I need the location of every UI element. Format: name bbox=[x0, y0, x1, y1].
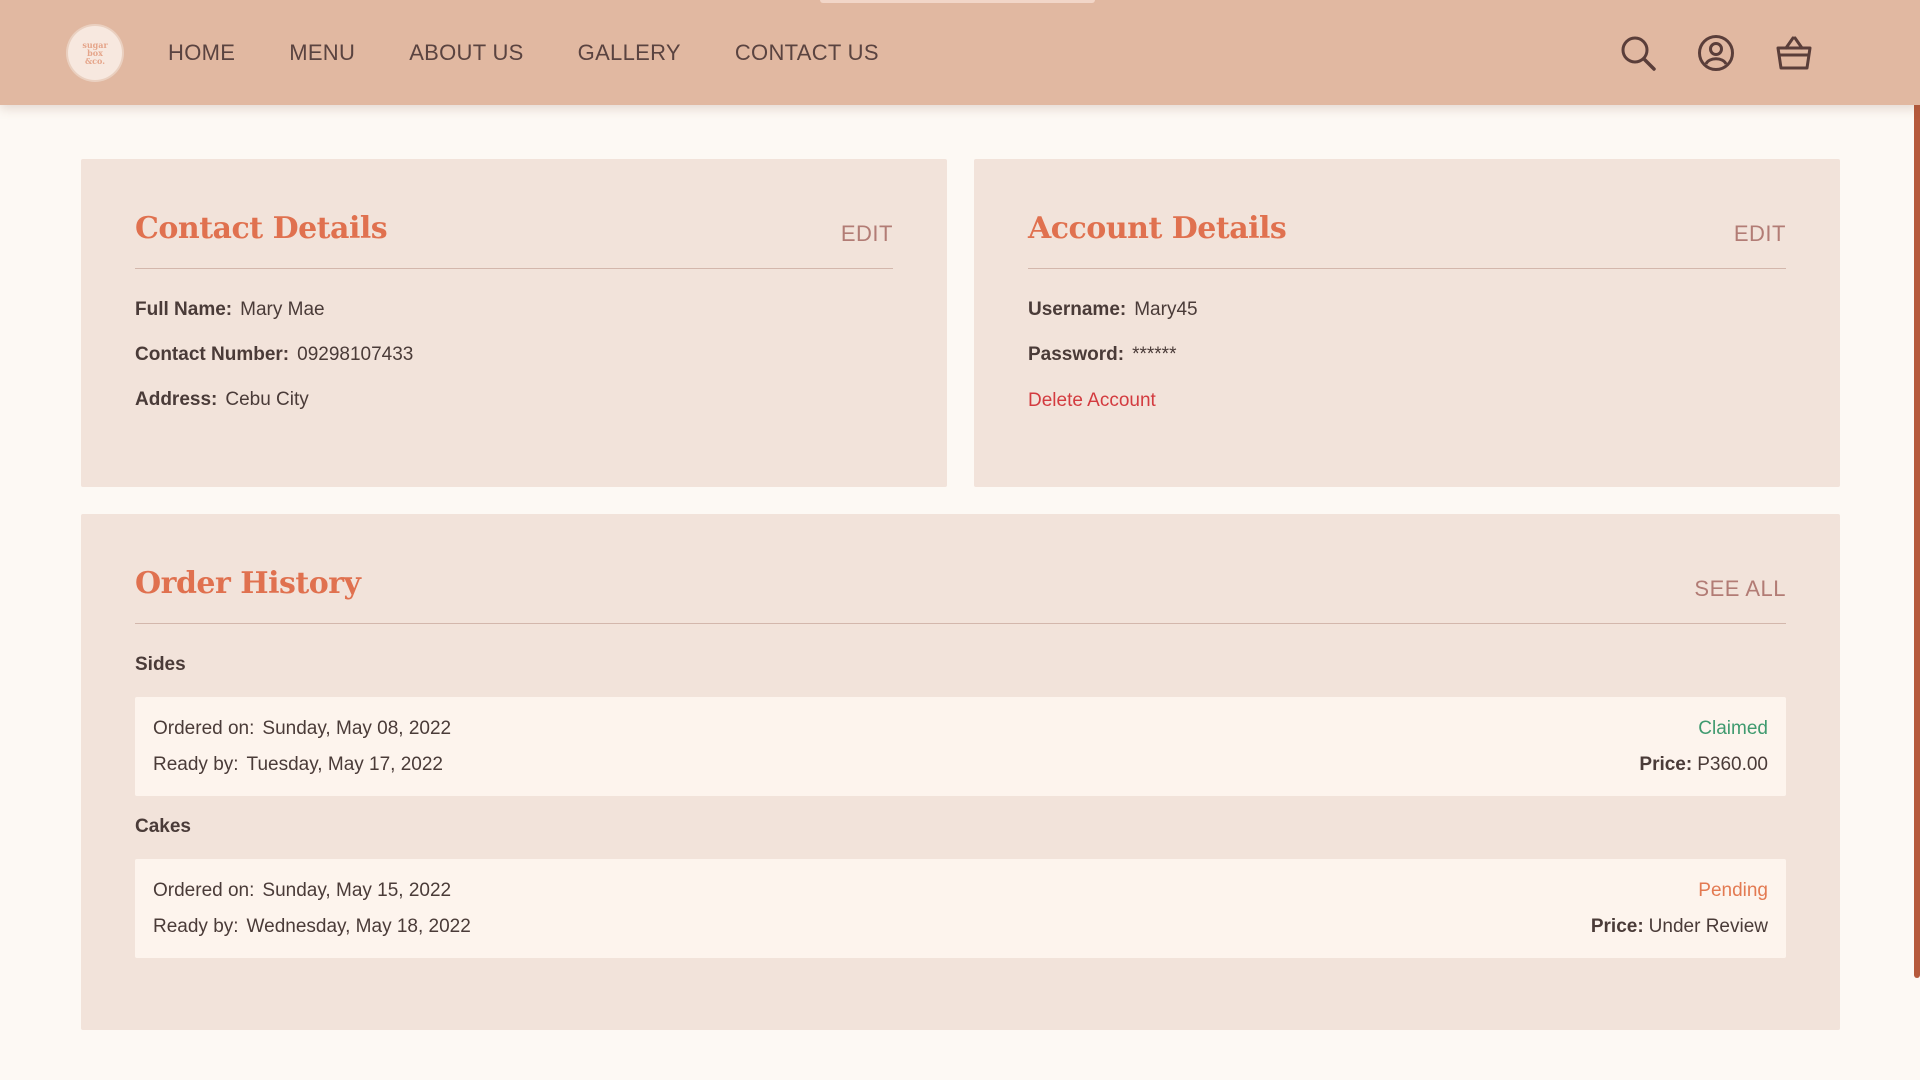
ordered-on-line: Ordered on: Sunday, May 08, 2022 bbox=[153, 718, 451, 740]
order-item[interactable]: Ordered on: Sunday, May 08, 2022 Ready by… bbox=[135, 697, 1786, 796]
password-field: Password: ****** bbox=[1028, 344, 1176, 366]
price-line: Price: Under Review bbox=[1591, 916, 1768, 938]
nav-menu[interactable]: MENU bbox=[289, 40, 355, 66]
divider bbox=[1028, 268, 1786, 269]
ordered-on-value: Sunday, May 08, 2022 bbox=[262, 718, 452, 739]
search-icon[interactable] bbox=[1618, 33, 1658, 73]
ordered-on-label: Ordered on: bbox=[153, 718, 255, 739]
field-value: ****** bbox=[1132, 344, 1177, 365]
scrollbar-track[interactable] bbox=[1914, 0, 1920, 1080]
nav-gallery[interactable]: GALLERY bbox=[578, 40, 681, 66]
price-label: Price: bbox=[1590, 916, 1644, 937]
see-all-button[interactable]: SEE ALL bbox=[1694, 576, 1786, 602]
edit-account-button[interactable]: EDIT bbox=[1734, 221, 1786, 247]
ready-by-line: Ready by: Wednesday, May 18, 2022 bbox=[153, 916, 471, 938]
ready-by-label: Ready by: bbox=[153, 754, 239, 775]
account-details-card: Account Details EDIT Username: Mary45 Pas… bbox=[974, 159, 1840, 487]
main-nav: HOME MENU ABOUT US GALLERY CONTACT US bbox=[168, 0, 933, 105]
field-label: Password: bbox=[1028, 344, 1125, 365]
ready-by-label: Ready by: bbox=[153, 916, 239, 937]
user-icon[interactable] bbox=[1696, 33, 1736, 73]
edit-contact-button[interactable]: EDIT bbox=[841, 221, 893, 247]
scrollbar-thumb[interactable] bbox=[1914, 98, 1920, 978]
nav-contact-us[interactable]: CONTACT US bbox=[735, 40, 879, 66]
contact-details-card: Contact Details EDIT Full Name: Mary Mae … bbox=[81, 159, 947, 487]
divider bbox=[135, 268, 893, 269]
order-history-title: Order History bbox=[135, 566, 361, 601]
order-category-label: Cakes bbox=[135, 816, 191, 837]
ready-by-value: Tuesday, May 17, 2022 bbox=[246, 754, 443, 775]
contact-number-field: Contact Number: 09298107433 bbox=[135, 344, 413, 366]
price-value: P360.00 bbox=[1697, 754, 1768, 775]
nav-home[interactable]: HOME bbox=[168, 40, 235, 66]
logo-text-line: &co. bbox=[84, 56, 106, 66]
address-field: Address: Cebu City bbox=[135, 389, 309, 411]
ordered-on-value: Sunday, May 15, 2022 bbox=[262, 880, 452, 901]
delete-account-link[interactable]: Delete Account bbox=[1028, 390, 1156, 412]
field-label: Contact Number: bbox=[135, 344, 290, 365]
price-value: Under Review bbox=[1648, 916, 1768, 937]
order-item[interactable]: Ordered on: Sunday, May 15, 2022 Ready by… bbox=[135, 859, 1786, 958]
header-actions bbox=[1580, 0, 1814, 105]
field-value: Cebu City bbox=[225, 389, 309, 410]
username-field: Username: Mary45 bbox=[1028, 299, 1198, 321]
price-label: Price: bbox=[1639, 754, 1693, 775]
ready-by-line: Ready by: Tuesday, May 17, 2022 bbox=[153, 754, 443, 776]
field-label: Username: bbox=[1028, 299, 1127, 320]
contact-details-title: Contact Details bbox=[135, 211, 388, 246]
field-value: Mary Mae bbox=[240, 299, 325, 320]
nav-about-us[interactable]: ABOUT US bbox=[409, 40, 523, 66]
account-details-title: Account Details bbox=[1028, 211, 1287, 246]
full-name-field: Full Name: Mary Mae bbox=[135, 299, 325, 321]
field-label: Address: bbox=[135, 389, 218, 410]
brand-logo[interactable]: sugar box &co. bbox=[68, 26, 122, 80]
ordered-on-label: Ordered on: bbox=[153, 880, 255, 901]
order-category-label: Sides bbox=[135, 654, 186, 675]
ordered-on-line: Ordered on: Sunday, May 15, 2022 bbox=[153, 880, 451, 902]
order-history-card: Order History SEE ALL Sides Ordered on: S… bbox=[81, 514, 1840, 1030]
ready-by-value: Wednesday, May 18, 2022 bbox=[246, 916, 471, 937]
top-nav-bar: sugar box &co. HOME MENU ABOUT US GALLER… bbox=[0, 0, 1920, 105]
order-status: Pending bbox=[1698, 880, 1768, 901]
field-value: 09298107433 bbox=[297, 344, 414, 365]
field-label: Full Name: bbox=[135, 299, 233, 320]
order-status: Claimed bbox=[1698, 718, 1768, 739]
field-value: Mary45 bbox=[1134, 299, 1198, 320]
basket-icon[interactable] bbox=[1774, 33, 1814, 73]
price-line: Price: P360.00 bbox=[1639, 754, 1768, 776]
divider bbox=[135, 623, 1786, 624]
